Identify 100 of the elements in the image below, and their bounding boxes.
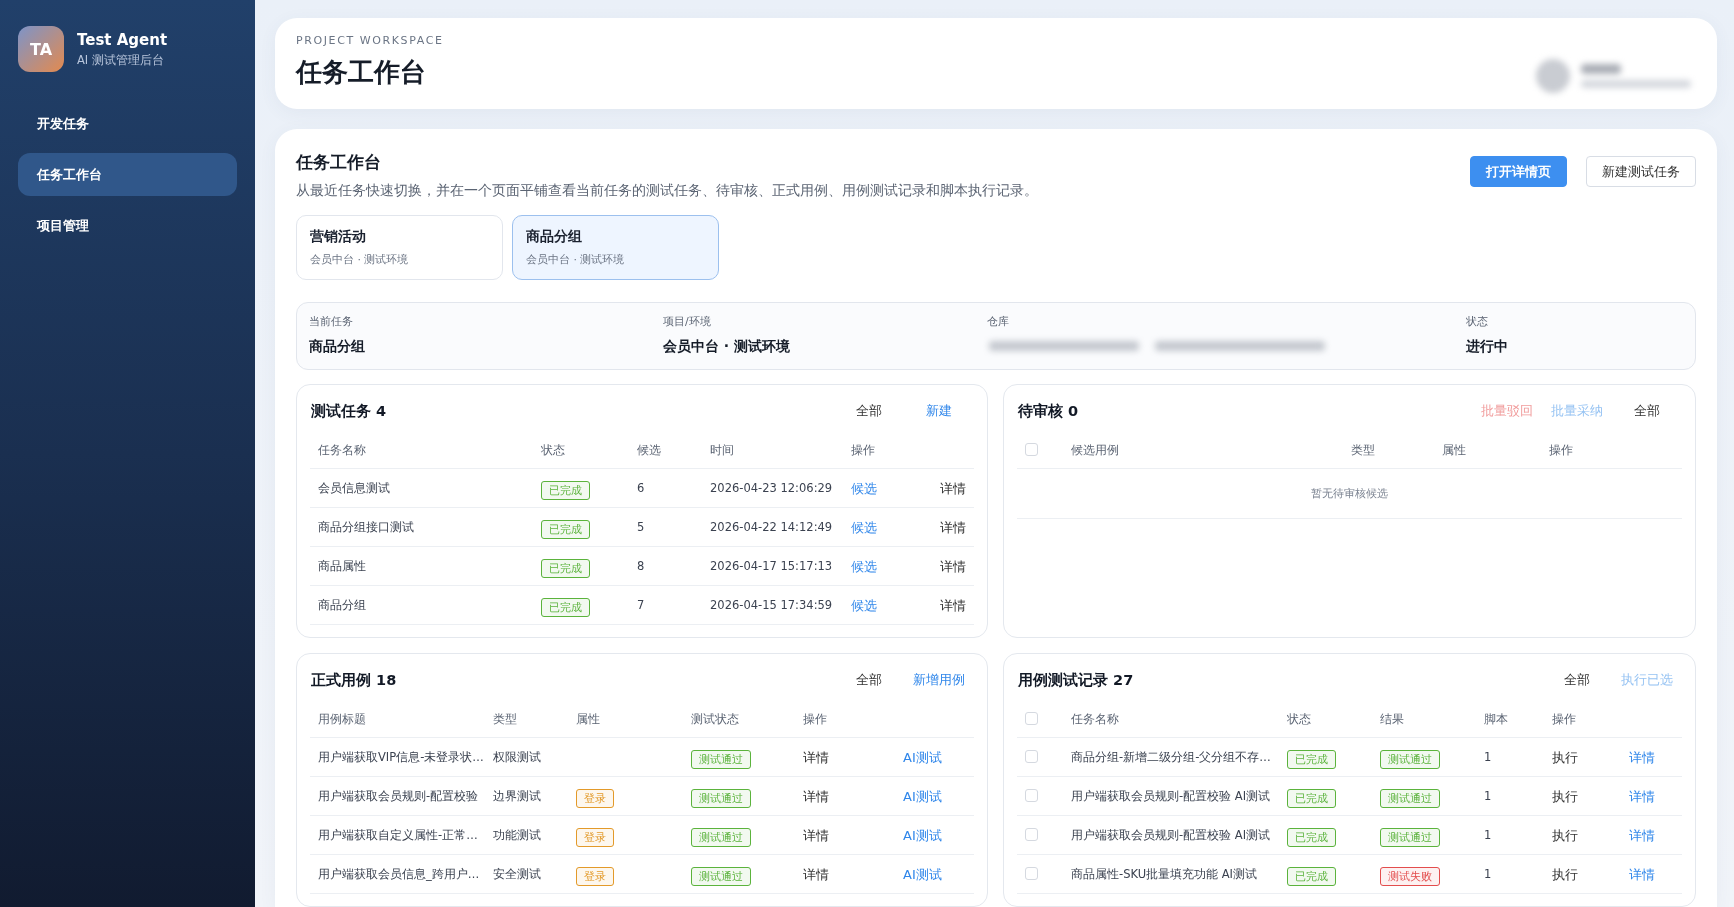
- table-cell-text: 2026-04-17 15:17:13: [710, 559, 834, 573]
- status-tag: 测试通过: [1380, 788, 1440, 808]
- table-cell-text: 边界测试: [493, 788, 542, 804]
- info-value: 商品分组: [309, 338, 366, 356]
- status-tag: 已完成: [1287, 749, 1336, 769]
- row-link[interactable]: AI测试: [903, 828, 942, 843]
- row-action[interactable]: 详情: [803, 867, 829, 882]
- app-logo: TA: [18, 26, 64, 72]
- table-cell-text: 安全测试: [493, 866, 542, 882]
- column-header: 类型: [1351, 442, 1376, 458]
- sidebar-item[interactable]: 任务工作台: [18, 153, 237, 196]
- table-cell-text: 5: [637, 520, 646, 534]
- app-name: Test Agent: [77, 30, 168, 49]
- panel-action[interactable]: 全部: [834, 400, 904, 422]
- row-action[interactable]: 详情: [803, 750, 829, 765]
- row-action[interactable]: 详情: [803, 828, 829, 843]
- status-tag: 已完成: [541, 558, 590, 578]
- status-tag: 登录: [576, 788, 614, 808]
- table-cell-text: 商品分组接口测试: [318, 519, 415, 535]
- column-header: 任务名称: [318, 442, 367, 458]
- column-header: 类型: [493, 711, 518, 727]
- info-label: 项目/环境: [663, 314, 712, 329]
- panel-title: 用例测试记录 27: [1018, 670, 1134, 690]
- column-header: 状态: [541, 442, 566, 458]
- table-cell-text: 商品分组-新增二级分组-父分组不存…: [1071, 749, 1272, 765]
- table-cell-text: 用户端获取会员规则-配置校验 AI测试: [1071, 788, 1272, 804]
- column-header: 用例标题: [318, 711, 367, 727]
- row-link[interactable]: 详情: [1629, 750, 1655, 765]
- column-header: 时间: [710, 442, 735, 458]
- column-header: 操作: [1549, 442, 1574, 458]
- recent-task-card[interactable]: 商品分组 会员中台 · 测试环境: [512, 215, 719, 280]
- recent-task-card[interactable]: 营销活动 会员中台 · 测试环境: [296, 215, 503, 280]
- row-link[interactable]: 详情: [1629, 828, 1655, 843]
- app-subtitle: AI 测试管理后台: [77, 52, 165, 68]
- row-link[interactable]: AI测试: [903, 750, 942, 765]
- panel-title: 待审核 0: [1018, 401, 1079, 421]
- status-tag: 测试失败: [1380, 866, 1440, 886]
- row-action[interactable]: 执行: [1552, 789, 1578, 804]
- panel-action[interactable]: 新建: [904, 400, 974, 422]
- table-cell-text: 商品分组: [318, 597, 367, 613]
- table-cell-text: 1: [1484, 789, 1493, 803]
- table-cell-text: 用户端获取会员规则-配置校验: [318, 788, 480, 804]
- row-checkbox[interactable]: [1025, 866, 1038, 880]
- status-tag: 登录: [576, 866, 614, 886]
- row-link[interactable]: 候选: [851, 481, 877, 496]
- status-tag: 已完成: [541, 597, 590, 617]
- column-header: 候选: [637, 442, 662, 458]
- row-link[interactable]: 候选: [851, 559, 877, 574]
- column-header: 属性: [576, 711, 601, 727]
- status-tag: 已完成: [1287, 866, 1336, 886]
- row-link[interactable]: 候选: [851, 520, 877, 535]
- table-cell-text: 2026-04-23 12:06:29: [710, 481, 834, 495]
- section-description: 从最近任务快速切换，并在一个页面平铺查看当前任务的测试任务、待审核、正式用例、用例测试记录和脚本执行记录。: [296, 182, 1038, 200]
- column-header: 结果: [1380, 711, 1405, 727]
- table-cell-text: 用户端获取会员信息_跨用户…: [318, 866, 481, 882]
- row-link[interactable]: 详情: [1629, 867, 1655, 882]
- table-cell-text: 8: [637, 559, 646, 573]
- table-cell-text: 用户端获取VIP信息-未登录状…: [318, 749, 485, 765]
- table-cell-text: 1: [1484, 828, 1493, 842]
- table-cell-text: 商品属性: [318, 558, 367, 574]
- row-link[interactable]: 详情: [1629, 789, 1655, 804]
- status-tag: 已完成: [541, 480, 590, 500]
- info-label: 状态: [1466, 314, 1489, 329]
- row-action[interactable]: 执行: [1552, 750, 1578, 765]
- row-link[interactable]: AI测试: [903, 867, 942, 882]
- select-all-checkbox[interactable]: [1025, 711, 1038, 725]
- sidebar-item[interactable]: 项目管理: [18, 204, 237, 247]
- row-action[interactable]: 执行: [1552, 828, 1578, 843]
- column-header: 测试状态: [691, 711, 740, 727]
- select-all-checkbox[interactable]: [1025, 442, 1038, 456]
- panel-action[interactable]: 新增用例: [904, 669, 974, 691]
- table-cell-text: 2026-04-22 14:12:49: [710, 520, 834, 534]
- section-title: 任务工作台: [296, 151, 382, 174]
- info-label: 当前任务: [309, 314, 354, 329]
- panel-action[interactable]: 全部: [1542, 669, 1612, 691]
- row-link[interactable]: 候选: [851, 598, 877, 613]
- table-cell-text: 7: [637, 598, 646, 612]
- task-meta: 会员中台 · 测试环境: [526, 252, 626, 267]
- row-checkbox[interactable]: [1025, 749, 1038, 763]
- panel-title: 正式用例 18: [311, 670, 397, 690]
- row-action[interactable]: 详情: [940, 559, 966, 574]
- row-action[interactable]: 详情: [940, 481, 966, 496]
- sidebar-item[interactable]: 开发任务: [18, 102, 237, 145]
- row-action[interactable]: 详情: [803, 789, 829, 804]
- task-name: 商品分组: [526, 228, 583, 246]
- row-link[interactable]: AI测试: [903, 789, 942, 804]
- panel-action[interactable]: 全部: [834, 669, 904, 691]
- row-checkbox[interactable]: [1025, 788, 1038, 802]
- status-tag: 已完成: [1287, 788, 1336, 808]
- row-action[interactable]: 执行: [1552, 867, 1578, 882]
- status-tag: 已完成: [541, 519, 590, 539]
- column-header: 属性: [1442, 442, 1467, 458]
- table-cell-text: 功能测试: [493, 827, 542, 843]
- status-tag: 测试通过: [691, 866, 751, 886]
- panel-action[interactable]: 全部: [1612, 400, 1682, 422]
- row-action[interactable]: 详情: [940, 598, 966, 613]
- new-task-button[interactable]: 新建测试任务: [1586, 156, 1696, 187]
- row-action[interactable]: 详情: [940, 520, 966, 535]
- empty-message: 暂无待审核候选: [1311, 486, 1388, 501]
- row-checkbox[interactable]: [1025, 827, 1038, 841]
